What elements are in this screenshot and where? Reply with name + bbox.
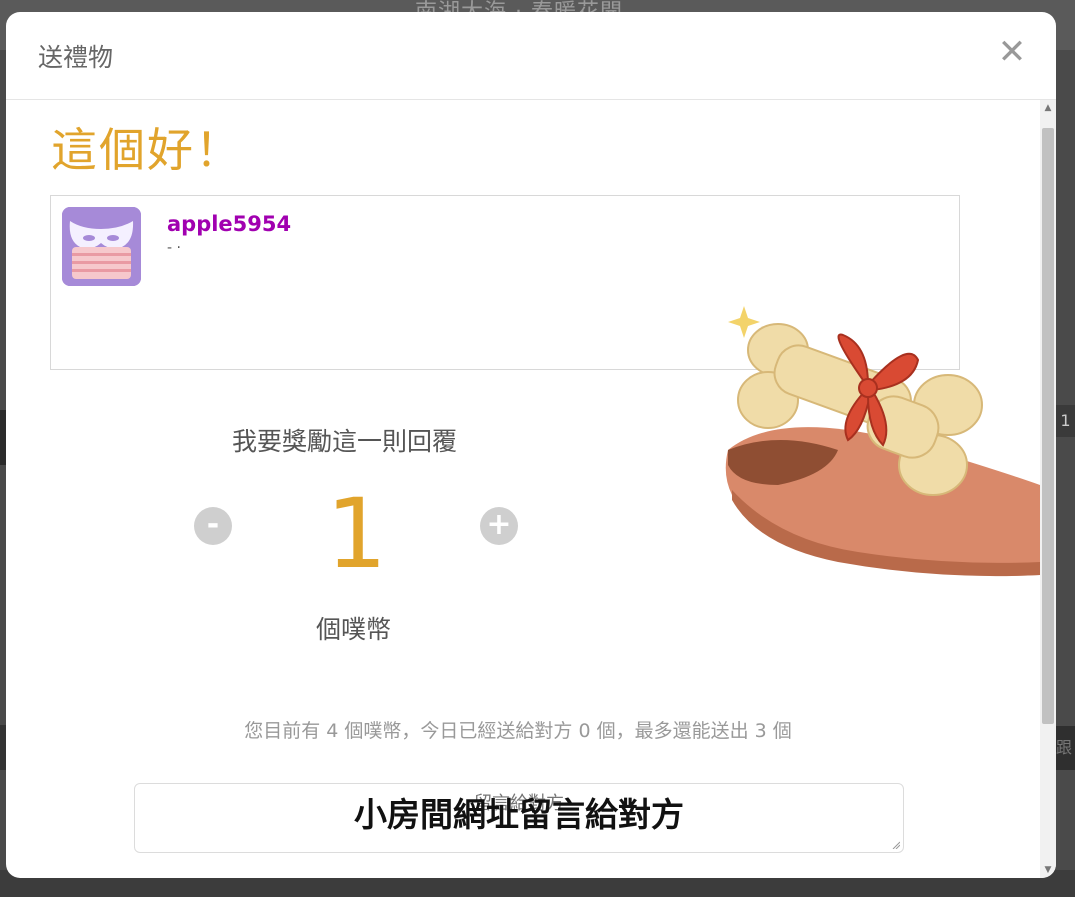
currency-unit: 個噗幣 bbox=[316, 615, 392, 644]
message-box: 小房間網址留言給對方 bbox=[134, 783, 904, 853]
gift-modal: 送禮物 ✕ 這個好！ apple5954 - · 我要獎勵這一則回覆 - 1 +… bbox=[6, 12, 1056, 878]
close-icon[interactable]: ✕ bbox=[996, 35, 1028, 69]
avatar bbox=[62, 207, 141, 286]
resize-handle-icon[interactable] bbox=[892, 841, 900, 849]
scroll-down-icon[interactable]: ▼ bbox=[1040, 862, 1056, 878]
message-input[interactable] bbox=[135, 784, 903, 852]
increase-button[interactable]: + bbox=[480, 507, 518, 545]
reply-text: - · bbox=[167, 240, 181, 256]
balance-info: 您目前有 4 個噗幣，今日已經送給對方 0 個，最多還能送出 3 個 bbox=[244, 720, 792, 742]
reward-label: 我要獎勵這一則回覆 bbox=[232, 427, 458, 456]
reply-username[interactable]: apple5954 bbox=[167, 212, 291, 236]
scroll-up-icon[interactable]: ▲ bbox=[1040, 100, 1056, 116]
modal-title: 送禮物 bbox=[38, 43, 114, 72]
background-side-text: 跟 bbox=[1056, 726, 1075, 770]
decrease-button[interactable]: - bbox=[194, 507, 232, 545]
modal-header: 送禮物 ✕ bbox=[6, 12, 1056, 100]
bone-gift-illustration bbox=[725, 306, 1040, 577]
scrollbar[interactable]: ▲ ▼ bbox=[1040, 100, 1056, 878]
gift-amount: 1 bbox=[326, 478, 388, 590]
background-badge: 1 bbox=[1056, 405, 1075, 437]
headline: 這個好！ bbox=[51, 123, 243, 177]
scroll-thumb[interactable] bbox=[1042, 128, 1054, 724]
modal-body[interactable]: 這個好！ apple5954 - · 我要獎勵這一則回覆 - 1 + 個噗幣 您… bbox=[6, 100, 1040, 878]
mask-avatar-icon bbox=[62, 207, 141, 286]
